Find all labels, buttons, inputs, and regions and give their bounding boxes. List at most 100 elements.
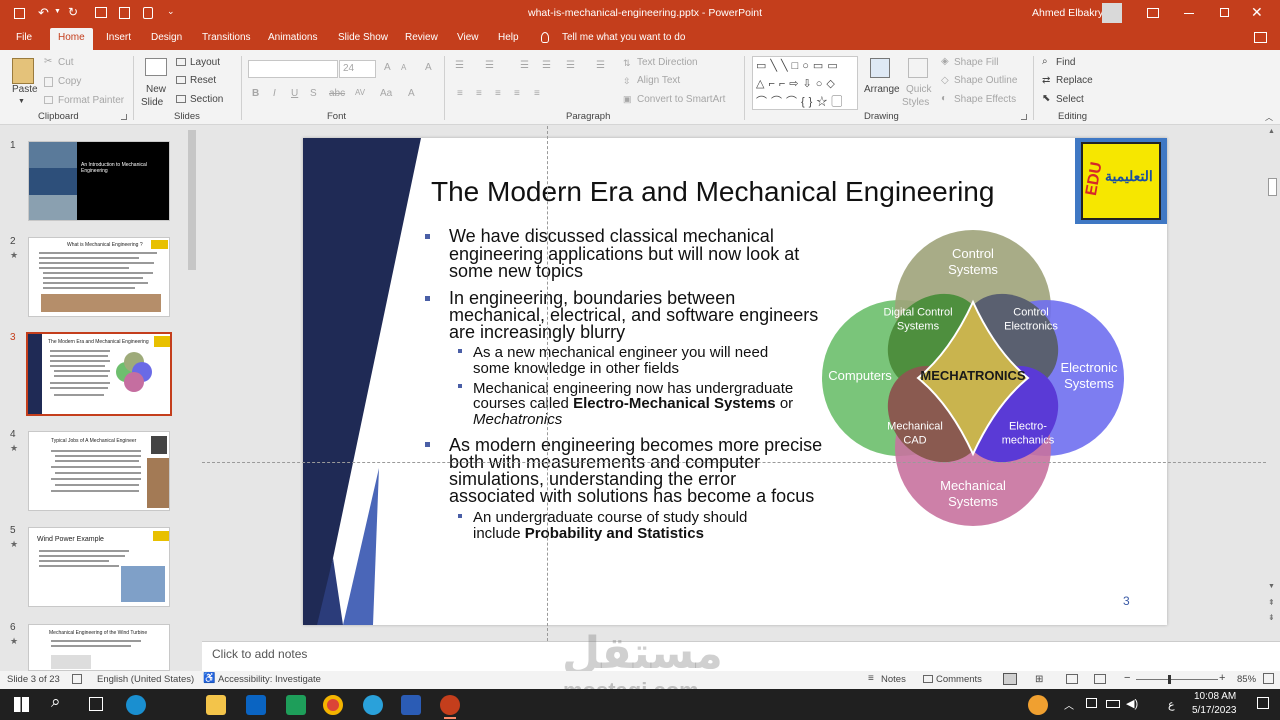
previous-slide-icon[interactable]: ⇞ bbox=[1268, 598, 1275, 607]
avatar[interactable] bbox=[1102, 3, 1122, 23]
align-left-icon[interactable]: ≡ bbox=[457, 88, 463, 99]
slide-sorter-icon[interactable]: ⊞ bbox=[1035, 674, 1043, 685]
align-text-button[interactable]: Align Text bbox=[637, 75, 680, 86]
tab-insert[interactable]: Insert bbox=[106, 32, 131, 43]
tab-animations[interactable]: Animations bbox=[268, 32, 317, 43]
shadow-icon[interactable]: S bbox=[310, 88, 317, 99]
arrange-button[interactable]: Arrange bbox=[864, 84, 900, 95]
find-button[interactable]: Find bbox=[1056, 57, 1075, 68]
reset-button[interactable]: Reset bbox=[190, 75, 216, 86]
clock-time[interactable]: 10:08 AM bbox=[1194, 691, 1236, 702]
clock-date[interactable]: 5/17/2023 bbox=[1192, 705, 1237, 716]
reading-view-icon[interactable] bbox=[1066, 674, 1078, 684]
slideshow-view-icon[interactable] bbox=[1094, 674, 1106, 684]
dialog-launcher-icon[interactable] bbox=[121, 114, 127, 120]
next-slide-icon[interactable]: ⇟ bbox=[1268, 613, 1275, 622]
edge-icon[interactable] bbox=[126, 695, 146, 715]
accessibility-icon[interactable]: ♿ bbox=[203, 673, 215, 684]
spelling-icon[interactable] bbox=[72, 674, 82, 684]
text-direction-button[interactable]: Text Direction bbox=[637, 57, 698, 68]
thumbnail-slide-3[interactable]: The Modern Era and Mechanical Engineerin… bbox=[26, 332, 172, 416]
quick-styles-button-line2[interactable]: Styles bbox=[902, 97, 929, 108]
battery-icon[interactable] bbox=[1106, 700, 1120, 708]
thumbnail-slide-5[interactable]: Wind Power Example bbox=[28, 527, 170, 607]
windows-start-icon[interactable] bbox=[14, 697, 29, 712]
italic-icon[interactable]: I bbox=[273, 88, 276, 99]
minimize-icon[interactable] bbox=[1184, 13, 1194, 14]
zoom-slider-thumb[interactable] bbox=[1168, 675, 1171, 684]
char-spacing-icon[interactable]: AV bbox=[355, 88, 365, 97]
numbering-icon[interactable]: ☰ bbox=[485, 60, 494, 71]
change-case-icon[interactable]: Aa bbox=[380, 88, 392, 99]
quick-styles-button[interactable]: Quick bbox=[906, 84, 932, 95]
scroll-up-icon[interactable]: ▲ bbox=[1268, 128, 1275, 135]
notes-toggle[interactable]: Notes bbox=[881, 674, 906, 685]
decrease-indent-icon[interactable]: ☰ bbox=[520, 60, 529, 71]
thumbnail-slide-1[interactable]: An Introduction to Mechanical Engineerin… bbox=[28, 141, 170, 221]
touch-mode-icon[interactable] bbox=[143, 7, 153, 19]
language-indicator[interactable]: English (United States) bbox=[97, 674, 194, 685]
tab-review[interactable]: Review bbox=[405, 32, 438, 43]
powerpoint-icon[interactable] bbox=[440, 695, 460, 715]
task-view-icon[interactable] bbox=[89, 697, 103, 711]
tab-view[interactable]: View bbox=[457, 32, 479, 43]
increase-indent-icon[interactable]: ☰ bbox=[542, 60, 551, 71]
collapse-ribbon-icon[interactable]: ︿ bbox=[1265, 112, 1273, 123]
chevron-up-icon[interactable]: ︿ bbox=[1064, 697, 1074, 712]
comments-icon[interactable] bbox=[1254, 32, 1267, 43]
chevron-down-icon[interactable]: ▼ bbox=[54, 8, 61, 15]
clear-formatting-icon[interactable]: A bbox=[425, 62, 432, 73]
money-app-icon[interactable] bbox=[286, 695, 306, 715]
notes-placeholder[interactable]: Click to add notes bbox=[212, 647, 307, 661]
thumbnail-slide-4[interactable]: Typical Jobs of A Mechanical Engineer bbox=[28, 431, 170, 511]
customize-toolbar-icon[interactable]: ⌄ bbox=[167, 6, 175, 17]
copy-button[interactable]: Copy bbox=[58, 76, 81, 87]
dialog-launcher-icon[interactable] bbox=[1021, 114, 1027, 120]
fit-to-window-icon[interactable] bbox=[1263, 673, 1274, 684]
comments-toggle[interactable]: Comments bbox=[936, 674, 982, 685]
ribbon-display-icon[interactable] bbox=[1147, 8, 1159, 18]
paste-icon[interactable] bbox=[12, 58, 34, 84]
tab-transitions[interactable]: Transitions bbox=[202, 32, 251, 43]
new-slide-button[interactable]: New bbox=[146, 84, 166, 95]
file-explorer-icon[interactable] bbox=[206, 695, 226, 715]
layout-button[interactable]: Layout bbox=[190, 57, 220, 68]
tab-file[interactable]: File bbox=[16, 32, 32, 43]
shape-effects-button[interactable]: Shape Effects bbox=[954, 94, 1016, 105]
network-icon[interactable] bbox=[1086, 698, 1097, 708]
section-button[interactable]: Section bbox=[190, 94, 223, 105]
scroll-down-icon[interactable]: ▼ bbox=[1268, 583, 1275, 590]
slide-canvas[interactable]: EDU التعليمية The Modern Era and Mechani… bbox=[303, 138, 1167, 625]
distributed-icon[interactable]: ≡ bbox=[534, 88, 540, 99]
thumbnail-scrollbar[interactable] bbox=[188, 130, 196, 270]
shapes-gallery[interactable]: ▭╲╲□○▭▭ △⌐⌐⇨⇩○◇ ⌒⌒⌒{}☆▢ bbox=[752, 56, 858, 110]
underline-icon[interactable]: U bbox=[291, 88, 298, 99]
strikethrough-icon[interactable]: abc bbox=[329, 88, 345, 99]
zoom-level[interactable]: 85% bbox=[1237, 674, 1256, 685]
columns-icon[interactable]: ☰ bbox=[596, 60, 605, 71]
weather-icon[interactable] bbox=[1028, 695, 1048, 715]
format-painter-button[interactable]: Format Painter bbox=[58, 95, 124, 106]
convert-smartart-button[interactable]: Convert to SmartArt bbox=[637, 94, 725, 105]
replace-button[interactable]: Replace bbox=[1056, 75, 1093, 86]
tab-help[interactable]: Help bbox=[498, 32, 519, 43]
chrome-icon[interactable] bbox=[323, 695, 343, 715]
shape-fill-button[interactable]: Shape Fill bbox=[954, 57, 998, 68]
start-slideshow-icon[interactable] bbox=[95, 7, 107, 18]
tab-design[interactable]: Design bbox=[151, 32, 182, 43]
close-icon[interactable]: ✕ bbox=[1251, 4, 1263, 21]
notification-icon[interactable] bbox=[1257, 697, 1269, 709]
accessibility-status[interactable]: Accessibility: Investigate bbox=[218, 674, 321, 685]
undo-icon[interactable]: ↶ bbox=[38, 5, 49, 21]
decrease-font-icon[interactable]: A bbox=[401, 63, 406, 72]
font-color-icon[interactable]: A bbox=[408, 88, 415, 99]
tab-home[interactable]: Home bbox=[50, 28, 93, 50]
slide-title[interactable]: The Modern Era and Mechanical Engineerin… bbox=[431, 176, 994, 208]
align-right-icon[interactable]: ≡ bbox=[495, 88, 501, 99]
select-button[interactable]: Select bbox=[1056, 94, 1084, 105]
increase-font-icon[interactable]: A bbox=[384, 62, 391, 73]
bold-icon[interactable]: B bbox=[252, 88, 259, 99]
paste-button[interactable]: Paste bbox=[12, 84, 38, 95]
maximize-icon[interactable] bbox=[1220, 8, 1229, 17]
zoom-out-icon[interactable]: − bbox=[1124, 672, 1130, 684]
